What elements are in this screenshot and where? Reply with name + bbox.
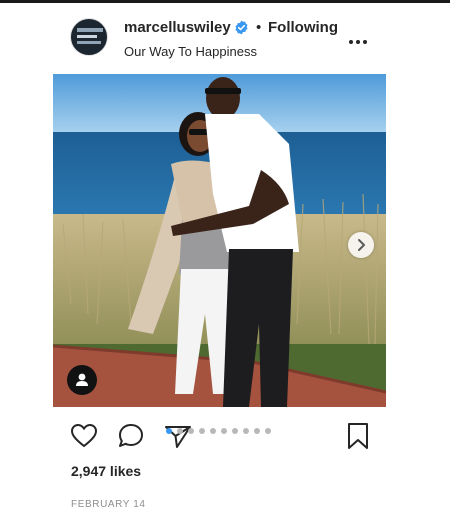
- verified-badge-icon: [235, 20, 248, 35]
- avatar[interactable]: [70, 18, 108, 56]
- instagram-post-card: marcelluswiley • Following Our Way To Ha…: [0, 3, 450, 520]
- carousel-dot: [210, 428, 216, 434]
- carousel-dot: [177, 428, 183, 434]
- carousel-dot: [232, 428, 238, 434]
- carousel-dot: [265, 428, 271, 434]
- carousel-dot: [199, 428, 205, 434]
- post-image: [53, 74, 386, 407]
- avatar-image-detail: [77, 35, 97, 38]
- avatar-image-detail: [77, 28, 103, 32]
- bookmark-icon[interactable]: [343, 421, 373, 451]
- header-separator: •: [256, 19, 262, 36]
- carousel-dot: [166, 428, 172, 434]
- carousel-dot: [221, 428, 227, 434]
- tagged-users-button[interactable]: [67, 365, 97, 395]
- carousel-dot: [243, 428, 249, 434]
- location-link[interactable]: Our Way To Happiness: [124, 44, 257, 59]
- likes-count[interactable]: 2,947 likes: [71, 463, 141, 479]
- user-tag-icon: [76, 373, 88, 386]
- avatar-image-detail: [77, 41, 101, 44]
- more-options-icon[interactable]: [349, 40, 369, 46]
- carousel-dot: [188, 428, 194, 434]
- next-slide-button[interactable]: [348, 232, 374, 258]
- carousel-dot: [254, 428, 260, 434]
- username-link[interactable]: marcelluswiley: [124, 19, 231, 36]
- following-button[interactable]: Following: [268, 19, 338, 36]
- post-actions: [53, 421, 386, 453]
- post-header: marcelluswiley • Following Our Way To Ha…: [70, 16, 400, 68]
- share-icon[interactable]: [163, 421, 193, 451]
- post-photo[interactable]: [53, 74, 386, 407]
- heart-icon[interactable]: [69, 421, 99, 451]
- chevron-right-icon: [358, 239, 365, 251]
- comment-icon[interactable]: [116, 421, 146, 451]
- post-date[interactable]: FEBRUARY 14: [71, 499, 146, 510]
